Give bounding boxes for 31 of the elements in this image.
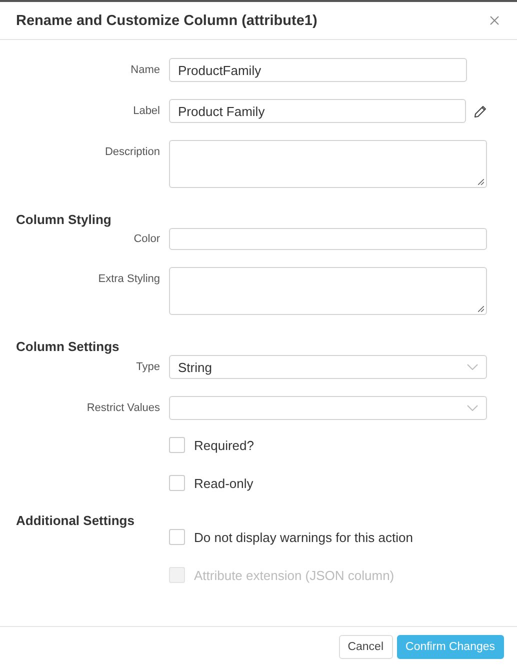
- chevron-down-icon: [467, 405, 478, 411]
- text-field[interactable]: [169, 228, 487, 250]
- checkbox[interactable]: [169, 475, 185, 491]
- section-heading: Additional Settings: [15, 513, 136, 529]
- text-field[interactable]: Product Family: [169, 99, 466, 123]
- resize-grip-icon: [478, 179, 484, 185]
- text-area[interactable]: [169, 267, 487, 315]
- section-heading: Column Styling: [15, 212, 112, 228]
- field-label: Type: [135, 361, 160, 373]
- text-field[interactable]: ProductFamily: [169, 58, 467, 82]
- checkbox-label[interactable]: Read-only: [169, 475, 487, 491]
- chevron-down-icon: [467, 364, 478, 370]
- field-label: Restrict Values: [86, 402, 160, 414]
- field-label: Extra Styling: [97, 272, 160, 285]
- checkbox-label[interactable]: Do not display warnings for this action: [169, 529, 487, 545]
- field-label: Color: [132, 233, 160, 245]
- resize-grip-icon: [478, 306, 484, 312]
- dropdown[interactable]: [169, 396, 487, 420]
- field-label: Description: [104, 145, 160, 158]
- checkbox[interactable]: [169, 529, 185, 545]
- dropdown[interactable]: String: [169, 355, 487, 379]
- text-area[interactable]: [169, 140, 487, 188]
- checkbox[interactable]: [169, 437, 185, 453]
- pencil-icon[interactable]: [474, 104, 487, 118]
- close-button[interactable]: [487, 14, 501, 28]
- field-label: Label: [132, 105, 160, 117]
- dialog-title: Rename and Customize Column (attribute1): [16, 12, 318, 28]
- cancel-button[interactable]: Cancel: [338, 635, 393, 659]
- field-label: Name: [130, 64, 160, 76]
- section-heading: Column Settings: [15, 339, 120, 355]
- checkbox-label[interactable]: Required?: [169, 437, 487, 453]
